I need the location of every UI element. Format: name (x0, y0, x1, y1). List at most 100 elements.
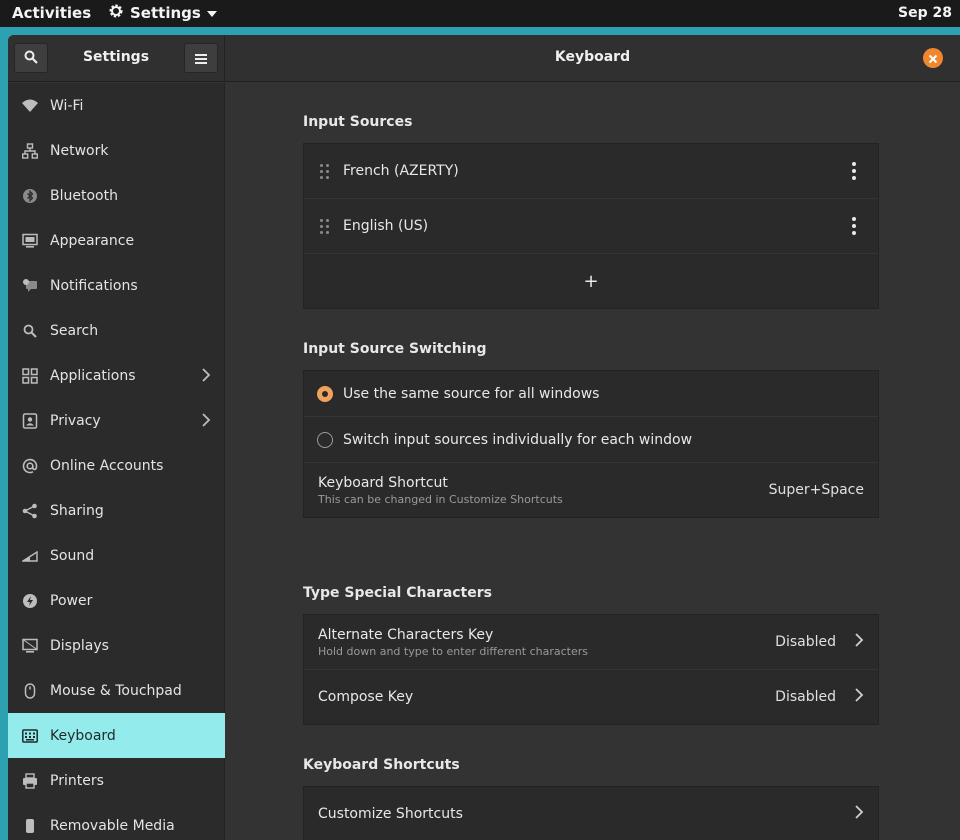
sidebar: Wi-Fi Network Bluetooth Appearance Notif… (8, 83, 225, 840)
chevron-right-icon (854, 632, 864, 652)
add-icon: + (583, 270, 599, 292)
header-bar: Settings Keyboard (8, 35, 960, 82)
sidebar-item-label: Appearance (50, 232, 135, 249)
add-input-source-button[interactable]: + (304, 254, 878, 308)
activities-button[interactable]: Activities (12, 4, 91, 22)
input-source-row[interactable]: French (AZERTY) (304, 144, 878, 199)
radio-label: Switch input sources individually for ea… (343, 431, 693, 448)
sidebar-item-appearance[interactable]: Appearance (8, 218, 225, 263)
customize-shortcuts-row[interactable]: Customize Shortcuts (304, 787, 878, 840)
sidebar-header: Settings (8, 35, 225, 82)
sidebar-item-label: Mouse & Touchpad (50, 682, 182, 699)
alt-key-sublabel: Hold down and type to enter different ch… (318, 644, 588, 658)
applications-icon (22, 367, 38, 384)
radio-label: Use the same source for all windows (343, 385, 600, 402)
sidebar-item-label: Removable Media (50, 817, 175, 834)
keyboard-icon (22, 728, 38, 744)
bluetooth-icon (22, 188, 38, 204)
switching-list: Use the same source for all windows Swit… (303, 370, 879, 518)
drag-handle-icon[interactable] (320, 163, 329, 179)
appearance-icon (22, 233, 38, 249)
sidebar-item-label: Applications (50, 367, 136, 384)
search-icon (24, 49, 38, 68)
privacy-icon (22, 412, 38, 429)
sidebar-item-applications[interactable]: Applications (8, 353, 225, 398)
menu-button[interactable] (184, 43, 218, 73)
sidebar-item-keyboard[interactable]: Keyboard (8, 713, 225, 758)
sidebar-item-label: Sharing (50, 502, 104, 519)
display-icon (22, 638, 38, 654)
more-options-icon[interactable] (852, 162, 856, 180)
printer-icon (22, 772, 38, 789)
sidebar-item-printers[interactable]: Printers (8, 758, 225, 803)
sidebar-item-network[interactable]: Network (8, 128, 225, 173)
alt-key-label: Alternate Characters Key (318, 626, 494, 643)
radio-same-source[interactable]: Use the same source for all windows (304, 371, 878, 417)
sidebar-item-label: Keyboard (50, 727, 116, 744)
sidebar-item-bluetooth[interactable]: Bluetooth (8, 173, 225, 218)
alternate-characters-row[interactable]: Alternate Characters Key Hold down and t… (304, 615, 878, 670)
wifi-icon (22, 98, 38, 114)
power-icon (22, 593, 38, 609)
sidebar-item-label: Privacy (50, 412, 101, 429)
sidebar-item-wifi[interactable]: Wi-Fi (8, 83, 225, 128)
special-chars-title: Type Special Characters (303, 585, 492, 601)
notifications-icon (22, 278, 38, 294)
settings-window: Settings Keyboard Wi-Fi Network Bluetoot… (8, 35, 960, 840)
radio-selected-icon[interactable] (317, 385, 333, 402)
sidebar-item-label: Wi-Fi (50, 97, 84, 114)
sidebar-item-label: Search (50, 322, 99, 339)
chevron-right-icon (201, 367, 211, 387)
sidebar-item-notifications[interactable]: Notifications (8, 263, 225, 308)
clock[interactable]: Sep 28 (898, 5, 952, 21)
keyboard-shortcuts-title: Keyboard Shortcuts (303, 757, 460, 773)
drag-handle-icon[interactable] (320, 218, 329, 234)
sound-icon (22, 548, 38, 564)
sidebar-item-label: Power (50, 592, 93, 609)
sidebar-item-online-accounts[interactable]: Online Accounts (8, 443, 225, 488)
keyboard-shortcut-row[interactable]: Keyboard Shortcut This can be changed in… (304, 463, 878, 517)
sidebar-item-displays[interactable]: Displays (8, 623, 225, 668)
top-bar: Activities Settings Sep 28 (0, 0, 960, 27)
search-button[interactable] (14, 43, 48, 73)
alt-key-value: Disabled (775, 634, 836, 650)
input-source-label: English (US) (343, 218, 429, 234)
special-chars-list: Alternate Characters Key Hold down and t… (303, 614, 879, 725)
radio-individual-source[interactable]: Switch input sources individually for ea… (304, 417, 878, 463)
sidebar-item-sharing[interactable]: Sharing (8, 488, 225, 533)
customize-shortcuts-label: Customize Shortcuts (318, 806, 463, 822)
keyboard-shortcuts-list: Customize Shortcuts (303, 786, 879, 840)
sidebar-item-search[interactable]: Search (8, 308, 225, 353)
switching-title: Input Source Switching (303, 341, 487, 357)
sidebar-item-label: Notifications (50, 277, 138, 294)
compose-key-row[interactable]: Compose Key Disabled (304, 670, 878, 724)
keyboard-panel: Input Sources French (AZERTY) English (U… (226, 83, 960, 840)
shortcut-value: Super+Space (768, 482, 864, 498)
app-menu-label: Settings (130, 4, 201, 22)
at-icon (22, 458, 38, 474)
sidebar-item-label: Online Accounts (50, 457, 164, 474)
shortcut-sublabel: This can be changed in Customize Shortcu… (318, 492, 563, 506)
sidebar-item-power[interactable]: Power (8, 578, 225, 623)
sidebar-item-label: Sound (50, 547, 95, 564)
radio-unselected-icon[interactable] (317, 431, 333, 448)
sidebar-item-sound[interactable]: Sound (8, 533, 225, 578)
input-sources-list: French (AZERTY) English (US) + (303, 143, 879, 309)
sidebar-title: Settings (82, 49, 150, 65)
sidebar-item-privacy[interactable]: Privacy (8, 398, 225, 443)
more-options-icon[interactable] (852, 217, 856, 235)
compose-key-value: Disabled (775, 689, 836, 705)
sidebar-item-label: Network (50, 142, 109, 159)
sidebar-item-removable-media[interactable]: Removable Media (8, 803, 225, 840)
share-icon (22, 503, 38, 519)
close-button[interactable] (923, 48, 943, 68)
app-menu[interactable]: Settings (108, 3, 217, 23)
input-sources-title: Input Sources (303, 114, 413, 130)
network-icon (22, 142, 38, 159)
close-icon (928, 49, 938, 68)
caret-down-icon (206, 4, 217, 22)
chevron-right-icon (854, 687, 864, 707)
input-source-row[interactable]: English (US) (304, 199, 878, 254)
hamburger-icon (195, 49, 207, 68)
sidebar-item-mouse-touchpad[interactable]: Mouse & Touchpad (8, 668, 225, 713)
